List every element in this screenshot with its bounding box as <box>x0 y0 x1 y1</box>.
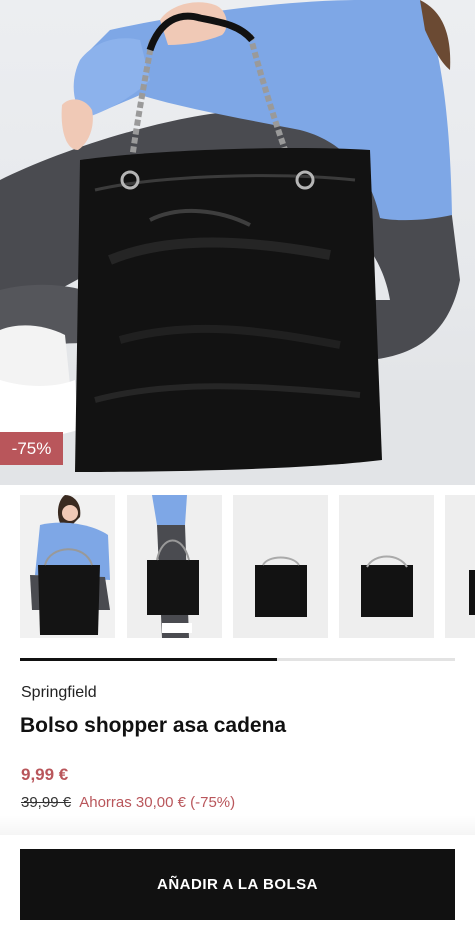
thumbnail-bag-side[interactable] <box>445 495 475 638</box>
add-to-bag-button[interactable]: AÑADIR A LA BOLSA <box>20 849 455 920</box>
discount-badge: -75% <box>0 432 63 465</box>
thumbnail-image <box>233 495 328 638</box>
product-price: 9,99 € <box>21 765 69 784</box>
divider-shadow <box>0 815 475 835</box>
thumbnail-model-seated[interactable] <box>20 495 115 638</box>
thumbnail-bag-front[interactable] <box>233 495 328 638</box>
product-title: Bolso shopper asa cadena <box>20 714 287 737</box>
gallery-scrollbar-thumb[interactable] <box>20 658 277 661</box>
product-brand: Springfield <box>21 684 97 701</box>
thumbnail-strip[interactable] <box>0 495 475 639</box>
original-price: 39,99 € <box>21 794 72 811</box>
savings-text: Ahorras 30,00 € (-75%) <box>79 794 236 811</box>
price-details: 39,99 € Ahorras 30,00 € (-75%) <box>21 794 235 811</box>
thumbnail-bag-angle[interactable] <box>339 495 434 638</box>
thumbnail-model-standing[interactable] <box>127 495 222 638</box>
hero-photo-illustration <box>0 0 475 485</box>
thumbnail-image <box>445 495 475 638</box>
thumbnail-image <box>127 495 222 638</box>
gallery-scrollbar[interactable] <box>20 658 455 661</box>
thumbnail-image <box>339 495 434 638</box>
thumbnail-image <box>20 495 115 638</box>
product-hero-image[interactable]: -75% <box>0 0 475 485</box>
